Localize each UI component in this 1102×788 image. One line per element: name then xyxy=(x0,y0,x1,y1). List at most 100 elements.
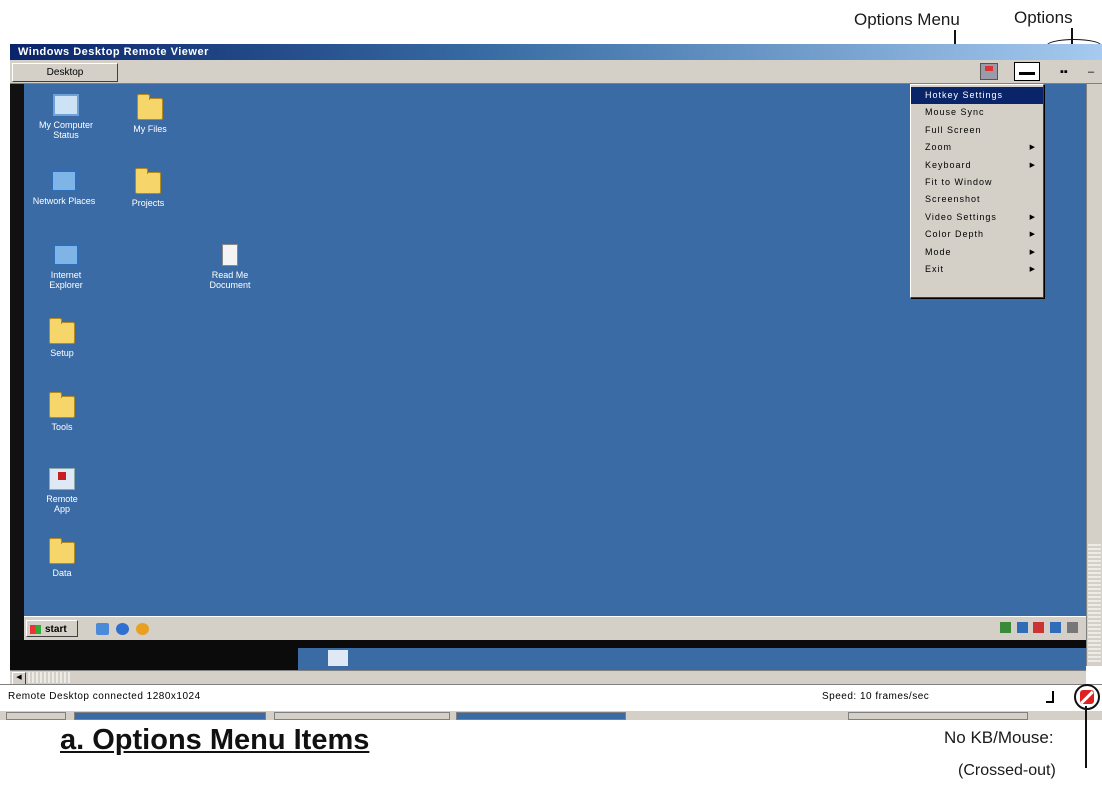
menu-item-label: Mouse Sync xyxy=(925,107,985,118)
submenu-arrow-icon: ▶ xyxy=(1029,231,1036,239)
tray-update-icon[interactable] xyxy=(1050,622,1062,633)
menu-item[interactable]: Mouse Sync xyxy=(911,104,1043,121)
menu-item[interactable]: Full Screen xyxy=(911,122,1043,139)
host-taskbar xyxy=(0,710,1102,720)
submenu-arrow-icon: ▶ xyxy=(1029,248,1036,256)
desktop-icon-label: My Computer Status xyxy=(38,120,93,140)
no-kb-mouse-callout: No KB/Mouse: xyxy=(944,728,1054,747)
computer-icon xyxy=(53,94,79,116)
vertical-scrollbar[interactable] xyxy=(1086,84,1102,666)
minimize-icon[interactable]: – xyxy=(1088,62,1098,82)
menu-item-label: Keyboard xyxy=(925,159,972,170)
host-task-button[interactable] xyxy=(6,712,66,720)
desktop-icon[interactable]: Setup xyxy=(24,318,102,358)
host-task-button[interactable] xyxy=(848,712,1028,720)
viewer-toolbar: Desktop ▪▪ – xyxy=(10,60,1102,84)
menu-item-label: Hotkey Settings xyxy=(925,90,1004,100)
menu-item[interactable]: Hotkey Settings xyxy=(911,87,1043,105)
no-keyboard-mouse-icon xyxy=(1074,684,1100,710)
menu-item-label: Screenshot xyxy=(925,194,981,205)
desktop-icon-label: My Files xyxy=(133,124,167,134)
scrollbar-thumb[interactable] xyxy=(26,672,72,683)
start-button[interactable]: start xyxy=(26,620,78,637)
menu-item-label: Video Settings xyxy=(925,211,997,222)
folder-icon xyxy=(49,318,75,344)
desktop-icon[interactable]: Network Places xyxy=(24,170,104,206)
secondary-desktop-strip xyxy=(298,648,1086,670)
menu-item[interactable]: Video Settings ▶ xyxy=(911,209,1043,226)
menu-item[interactable]: Color Depth ▶ xyxy=(911,226,1043,243)
keyboard-icon[interactable] xyxy=(1014,62,1040,81)
desktop-icon-label: Internet Explorer xyxy=(49,270,83,290)
menu-item-label: Full Screen xyxy=(925,124,982,135)
options-menu-callout: Options Menu xyxy=(854,10,960,29)
desktop-icon[interactable]: Data xyxy=(24,538,102,578)
tray-clock-icon xyxy=(1067,622,1078,633)
menu-item-label: Exit xyxy=(925,263,945,274)
submenu-arrow-icon: ▶ xyxy=(1029,144,1036,152)
window-title-bar: Windows Desktop Remote Viewer xyxy=(10,44,1102,60)
tray-volume-icon[interactable] xyxy=(1016,622,1028,633)
menu-item-label: Mode xyxy=(925,246,952,257)
no-kb-leader xyxy=(1085,706,1087,768)
menu-item-label: Color Depth xyxy=(925,229,985,240)
desktop-icon-label: Tools xyxy=(51,422,73,432)
remote-taskbar: start xyxy=(24,616,1086,640)
crossed-out-callout: (Crossed-out) xyxy=(958,762,1056,779)
figure-caption: a. Options Menu Items xyxy=(60,724,370,756)
desktop-icon[interactable]: My Files xyxy=(110,94,190,134)
desktop-quicklaunch-icon[interactable] xyxy=(96,623,109,635)
resize-grip-icon[interactable] xyxy=(1046,691,1054,703)
desktop-icon-label: Setup xyxy=(50,348,74,358)
options-icon[interactable]: ▪▪ xyxy=(1060,62,1074,82)
menu-item-label: Zoom xyxy=(925,142,953,153)
status-left-text: Remote Desktop connected 1280x1024 xyxy=(8,691,201,702)
host-task-button[interactable] xyxy=(74,712,266,720)
app-icon xyxy=(49,468,75,490)
network-icon xyxy=(53,244,79,266)
scrollbar-thumb[interactable] xyxy=(1088,544,1101,664)
host-task-button[interactable] xyxy=(274,712,450,720)
left-edge-strip xyxy=(10,84,24,640)
options-callout: Options xyxy=(1014,8,1073,27)
system-tray xyxy=(997,622,1078,633)
submenu-arrow-icon: ▶ xyxy=(1029,265,1036,273)
folder-icon xyxy=(49,392,75,418)
host-task-button[interactable] xyxy=(456,712,626,720)
menu-item-label: Fit to Window xyxy=(925,176,993,187)
status-bar: Remote Desktop connected 1280x1024 Speed… xyxy=(0,684,1102,710)
desktop-icon-label: Data xyxy=(52,568,72,578)
tray-security-icon[interactable] xyxy=(1033,622,1045,633)
menu-item[interactable]: Keyboard ▶ xyxy=(911,157,1043,174)
network-icon xyxy=(51,170,77,192)
menu-item[interactable]: Exit ▶ xyxy=(911,261,1043,278)
menu-item[interactable]: Fit to Window xyxy=(911,174,1043,191)
document-icon xyxy=(222,244,238,266)
folder-icon xyxy=(135,168,161,194)
media-quicklaunch-icon[interactable] xyxy=(136,623,149,635)
submenu-arrow-icon: ▶ xyxy=(1029,161,1036,169)
folder-icon xyxy=(137,94,163,120)
folder-icon xyxy=(49,538,75,564)
desktop-icon[interactable]: Remote App xyxy=(24,468,102,514)
save-icon[interactable] xyxy=(980,63,998,80)
status-right-text: Speed: 10 frames/sec xyxy=(822,691,930,702)
desktop-icon[interactable]: Projects xyxy=(108,168,188,208)
desktop-icon-label: Projects xyxy=(131,198,165,208)
desktop-icon[interactable]: My Computer Status xyxy=(26,94,106,140)
desktop-icon-label: Network Places xyxy=(32,196,96,206)
menu-item[interactable]: Mode ▶ xyxy=(911,244,1043,261)
menu-item[interactable]: Screenshot xyxy=(911,191,1043,208)
browser-quicklaunch-icon[interactable] xyxy=(116,623,129,635)
desktop-icon-label: Remote App xyxy=(46,494,78,514)
desktop-icon[interactable]: Read Me Document xyxy=(190,244,270,290)
horizontal-scrollbar[interactable]: ◀ xyxy=(10,670,1086,685)
tray-network-icon[interactable] xyxy=(999,622,1011,633)
submenu-arrow-icon: ▶ xyxy=(1029,213,1036,221)
options-menu: Hotkey Settings Mouse Sync Full Screen Z… xyxy=(910,84,1044,298)
app-icon xyxy=(328,650,348,666)
desktop-icon[interactable]: Internet Explorer xyxy=(26,244,106,290)
menu-item[interactable]: Zoom ▶ xyxy=(911,139,1043,156)
desktop-icon[interactable]: Tools xyxy=(24,392,102,432)
toolbar-desktop-button[interactable]: Desktop xyxy=(12,63,118,82)
